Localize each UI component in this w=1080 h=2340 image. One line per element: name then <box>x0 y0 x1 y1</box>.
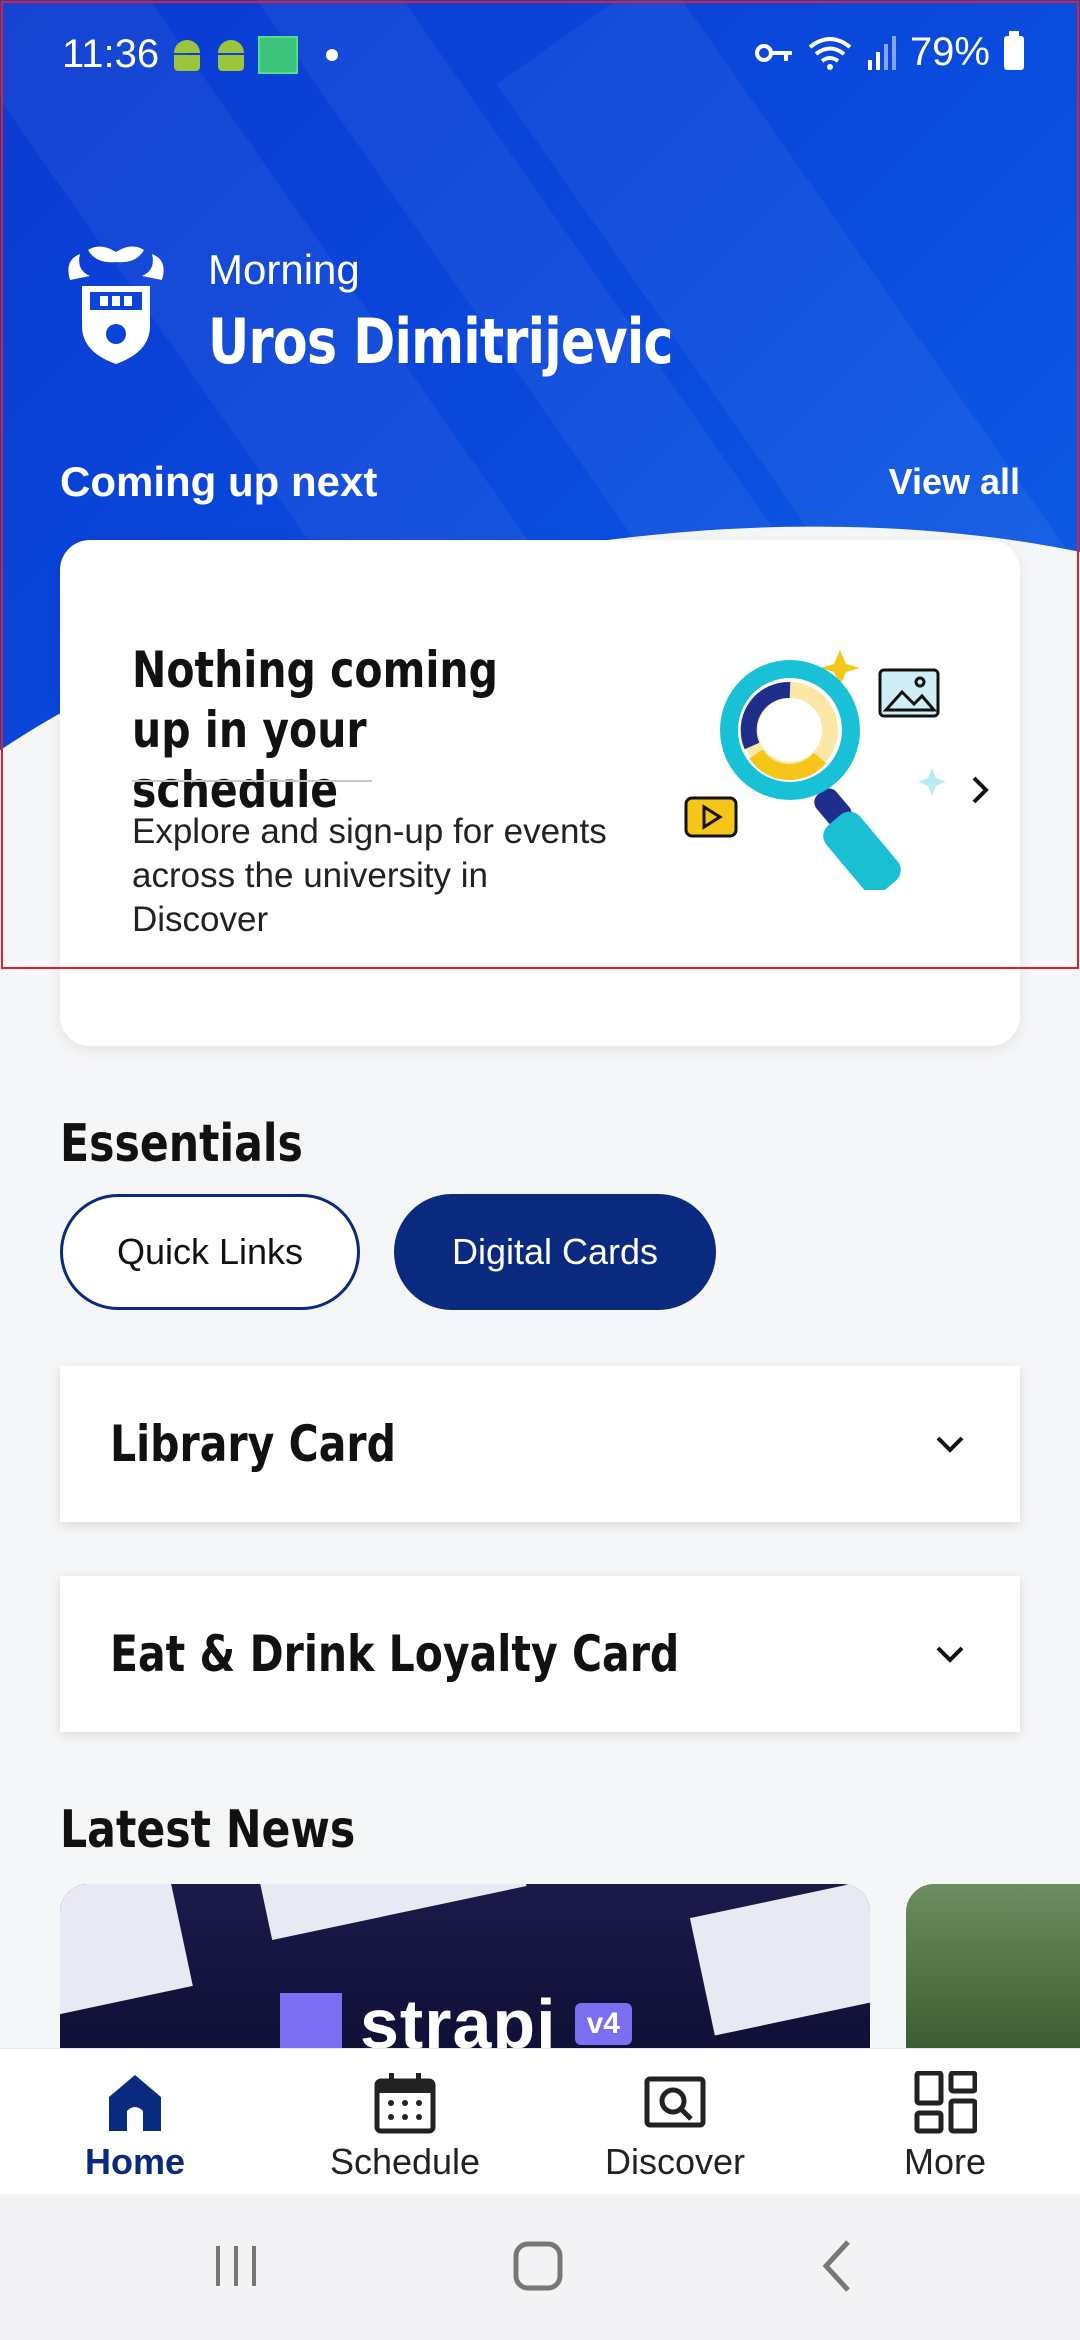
empty-schedule-title: Nothing coming up in your schedule <box>132 641 498 819</box>
news-card[interactable]: strapi v4 <box>60 1884 870 2054</box>
news-image-decoration <box>60 1884 193 2020</box>
chevron-down-icon[interactable] <box>930 1424 970 1464</box>
strapi-logo-mark-icon <box>280 1993 342 2054</box>
more-notifications-dot-icon <box>326 49 338 61</box>
signal-icon <box>867 35 896 70</box>
home-icon <box>109 2075 161 2131</box>
system-navigation-bar <box>0 2194 1080 2340</box>
nav-item-discover[interactable]: Discover <box>540 2049 810 2195</box>
loyalty-card-accordion[interactable]: Eat & Drink Loyalty Card <box>60 1576 1020 1732</box>
back-icon[interactable] <box>800 2234 880 2298</box>
home-button-icon[interactable] <box>498 2234 578 2298</box>
android-icon <box>170 38 204 72</box>
nav-label-discover: Discover <box>604 2141 746 2182</box>
news-image-decoration <box>253 1884 527 1941</box>
nav-label-home: Home <box>84 2141 186 2182</box>
sheets-icon <box>258 36 298 74</box>
tab-quick-links[interactable]: Quick Links <box>60 1194 360 1310</box>
bottom-navigation: Home Schedule Discover More <box>0 2048 1080 2194</box>
notification-icons <box>170 36 338 74</box>
view-all-link[interactable]: View all <box>889 461 1020 503</box>
discover-icon <box>644 2076 706 2128</box>
discover-illustration-icon <box>684 650 946 890</box>
essentials-title: Essentials <box>60 1114 303 1174</box>
calendar-icon <box>374 2073 436 2134</box>
nav-label-schedule: Schedule <box>329 2141 481 2182</box>
android-icon <box>214 38 248 72</box>
news-image-decoration <box>689 1884 870 2036</box>
coming-up-title: Coming up next <box>60 458 378 505</box>
recent-apps-icon[interactable] <box>196 2234 276 2298</box>
nav-item-home[interactable]: Home <box>0 2049 270 2195</box>
strapi-logo: strapi v4 <box>280 1984 632 2054</box>
coming-up-header: Coming up next View all <box>60 458 1020 506</box>
vpn-key-icon <box>754 43 792 62</box>
battery-icon <box>1004 30 1024 70</box>
user-name: Uros Dimitrijevic <box>208 305 674 378</box>
latest-news-title: Latest News <box>60 1800 356 1860</box>
nav-item-schedule[interactable]: Schedule <box>270 2049 540 2195</box>
battery-percent: 79% <box>909 30 990 74</box>
chevron-right-icon[interactable] <box>960 770 1000 810</box>
strapi-wordmark: strapi <box>360 1985 557 2054</box>
card-divider <box>132 780 372 782</box>
chevron-down-icon[interactable] <box>930 1634 970 1674</box>
status-time: 11:36 <box>62 32 160 76</box>
tab-digital-cards[interactable]: Digital Cards <box>394 1194 716 1310</box>
version-badge: v4 <box>574 2003 632 2045</box>
university-crest-icon <box>68 246 164 364</box>
nav-label-more: More <box>903 2141 987 2182</box>
empty-schedule-text: Explore and sign-up for events across th… <box>132 812 607 939</box>
nav-item-more[interactable]: More <box>810 2049 1080 2195</box>
grid-icon <box>914 2071 977 2134</box>
system-icons: 79% <box>754 30 1024 75</box>
greeting-text: Morning <box>208 246 360 293</box>
status-bar: 11:36 79% <box>0 0 1080 88</box>
wifi-icon <box>808 36 852 70</box>
upcoming-event-card[interactable]: Nothing coming up in your schedule Explo… <box>60 540 1020 1046</box>
library-card-accordion[interactable]: Library Card <box>60 1366 1020 1522</box>
news-card[interactable] <box>906 1884 1080 2054</box>
loyalty-card-label: Eat & Drink Loyalty Card <box>110 1625 680 1683</box>
library-card-label: Library Card <box>110 1415 396 1473</box>
